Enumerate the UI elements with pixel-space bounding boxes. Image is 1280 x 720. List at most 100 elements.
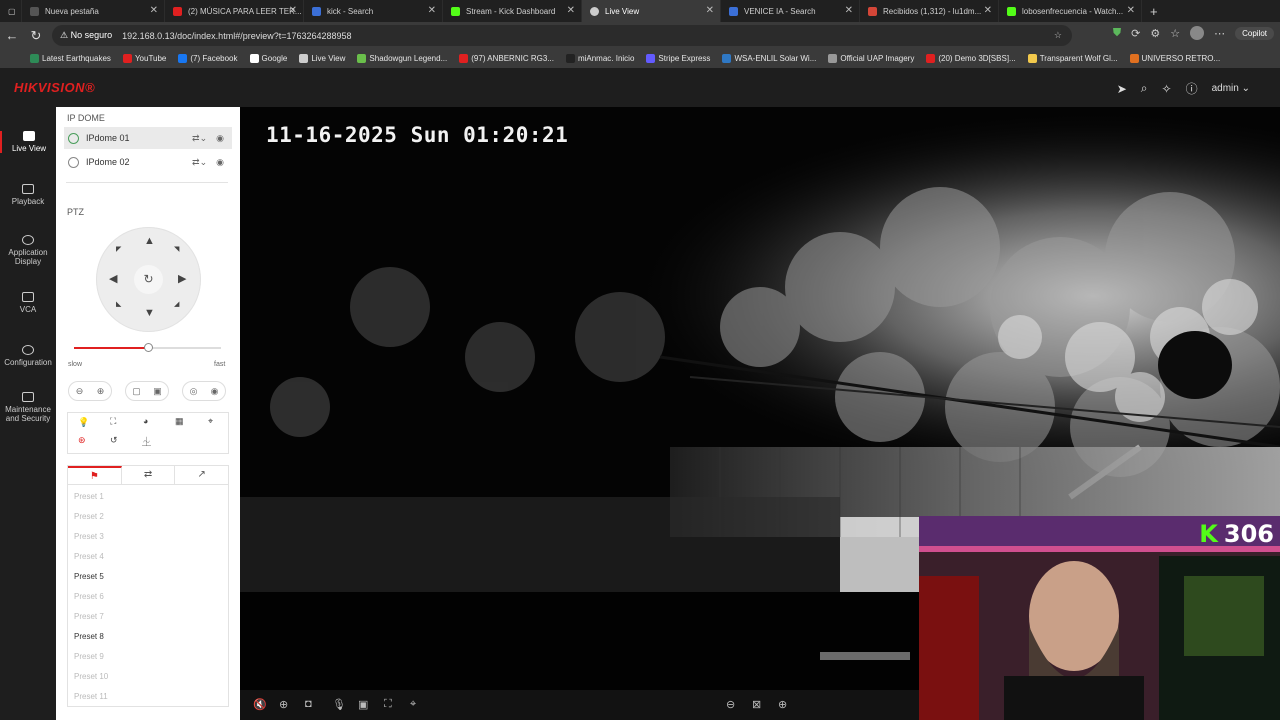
record-icon[interactable]: ◉ [216,133,224,144]
tab-kick-dashboard[interactable]: Stream - Kick Dashboard ✕ [443,0,582,22]
preset-item[interactable]: Preset 10 [74,672,108,681]
iris-close-icon[interactable]: ◎ [190,386,198,397]
previous-icon[interactable]: ⊖ [726,698,735,711]
ptz-left-button[interactable]: ◀ [109,272,117,285]
tab-musica[interactable]: (2) MÚSICA PARA LEER TER... ✕ [165,0,304,22]
ptz-down-left-button[interactable]: ◣ [116,300,121,308]
digital-zoom-icon[interactable]: ⊕ [279,698,288,711]
close-icon[interactable]: ✕ [567,5,575,16]
preset-item[interactable]: Preset 9 [74,652,104,661]
detect-icon[interactable]: ⌖ [410,698,416,711]
nav-maintenance[interactable]: Maintenance and Security [0,392,56,423]
close-icon[interactable]: ✕ [150,5,158,16]
stop-all-icon[interactable]: ⊠ [752,698,761,711]
ptz-up-right-button[interactable]: ◥ [174,245,179,253]
speed-slider-handle[interactable] [143,343,153,352]
3d-position-icon[interactable]: ⛶ [384,698,392,711]
preset-item[interactable]: Preset 7 [74,612,104,621]
preset-item[interactable]: Preset 6 [74,592,104,601]
nav-application-display[interactable]: Application Display [0,235,56,266]
profile-avatar[interactable] [1190,26,1205,40]
preset-item[interactable]: Preset 8 [74,632,104,641]
security-indicator[interactable]: ⚠ No seguro [60,30,112,41]
microphone-icon[interactable]: 🎙 [332,698,346,711]
bookmark-item[interactable]: YouTube [122,54,166,63]
extension-icon[interactable]: ⛊ [1113,27,1121,40]
zoom-out-icon[interactable]: ⊖ [76,386,84,397]
preset-item[interactable]: Preset 5 [74,572,104,581]
close-icon[interactable]: ✕ [289,5,297,16]
bookmark-item[interactable]: Shadowgun Legend... [357,54,447,63]
search-icon[interactable]: ⌕ [1141,81,1148,96]
focus-near-icon[interactable]: ▢ [132,386,141,397]
favorites-icon[interactable]: ☆ [1170,27,1180,40]
close-icon[interactable]: ✕ [984,5,992,16]
close-icon[interactable]: ✕ [845,5,853,16]
region-focus-icon[interactable]: ⛶ [110,416,116,427]
track-icon[interactable]: ⌖ [208,416,213,427]
user-menu[interactable]: admin ⌄ [1212,83,1250,94]
favorite-star-icon[interactable]: ☆ [1054,30,1062,41]
ptz-down-button[interactable]: ▼ [144,307,155,319]
tab-venice-search[interactable]: VENICE IA - Search ✕ [721,0,860,22]
nav-live-view[interactable]: Live View [0,131,56,153]
tab-nueva-pestana[interactable]: Nueva pestaña ✕ [22,0,165,22]
bookmark-item[interactable]: UNIVERSO RETRO... [1129,54,1220,63]
grid-icon[interactable]: ▦ [175,416,184,427]
bookmark-item[interactable]: Latest Earthquakes [30,54,111,63]
light-icon[interactable]: 💡 [78,417,89,428]
tools-icon[interactable]: ✧ [1162,82,1172,96]
one-touch-park-icon[interactable]: ⏈ [142,435,151,448]
bookmark-item[interactable]: Official UAP Imagery [828,54,914,63]
manual-track-icon[interactable]: ⊛ [78,435,86,446]
ptz-right-button[interactable]: ▶ [178,272,186,285]
tab-recibidos[interactable]: Recibidos (1,312) - lu1dm... ✕ [860,0,999,22]
ptz-down-right-button[interactable]: ◢ [174,300,179,308]
info-icon[interactable]: ⓘ [1186,80,1198,97]
reload-icon[interactable]: ↻ [24,28,48,44]
zoom-in-icon[interactable]: ⊕ [97,386,105,397]
back-icon[interactable]: ← [0,28,24,43]
close-icon[interactable]: ✕ [428,5,436,16]
preset-item[interactable]: Preset 1 [74,492,104,501]
camera-item-1[interactable]: IPdome 01 ⇄⌄ ◉ [64,127,232,149]
ptz-up-left-button[interactable]: ◤ [116,245,121,253]
tab-patrol[interactable]: ⇄ [122,466,176,484]
close-icon[interactable]: ✕ [706,5,714,16]
tab-pattern[interactable]: ↗ [175,466,228,484]
next-icon[interactable]: ⊕ [778,698,787,711]
iris-open-icon[interactable]: ◉ [211,386,219,397]
preset-item[interactable]: Preset 3 [74,532,104,541]
camera-item-2[interactable]: IPdome 02 ⇄⌄ ◉ [64,151,232,173]
tab-presets[interactable]: ⚑ [68,466,122,484]
tab-kick-search[interactable]: kick - Search ✕ [304,0,443,22]
record-icon[interactable]: ◉ [216,157,224,168]
tab-actions-button[interactable]: ▢ [0,0,22,22]
refresh-icon[interactable]: ↺ [110,435,118,446]
nav-playback[interactable]: Playback [0,184,56,206]
focus-far-icon[interactable]: ▣ [153,386,162,397]
send-icon[interactable]: ➤ [1117,82,1127,96]
menu-icon[interactable]: ⋯ [1214,27,1225,40]
ptz-auto-rotate-button[interactable]: ↻ [134,265,163,294]
bookmark-item[interactable]: (20) Demo 3D[SBS]... [926,54,1016,63]
tab-lobosenfrecuencia[interactable]: lobosenfrecuencia - Watch... ✕ [999,0,1142,22]
tab-live-view[interactable]: Live View ✕ [582,0,721,22]
bookmark-item[interactable]: Live View [299,54,345,63]
bookmark-item[interactable]: Transparent Wolf Gl... [1027,54,1118,63]
close-icon[interactable]: ✕ [1127,5,1135,16]
preset-item[interactable]: Preset 2 [74,512,104,521]
capture-icon[interactable]: ◘ [305,698,312,710]
preset-item[interactable]: Preset 11 [74,692,108,701]
speed-slider[interactable] [74,343,221,352]
new-tab-button[interactable]: + [1142,0,1166,22]
wiper-icon[interactable]: ◕ [143,416,148,426]
bookmark-item[interactable]: Google [249,54,287,63]
preset-item[interactable]: Preset 4 [74,552,104,561]
nav-vca[interactable]: VCA [0,292,56,314]
mute-icon[interactable]: 🔇 [253,698,267,711]
settings-icon[interactable]: ⚙ [1150,27,1160,40]
bookmark-item[interactable]: (7) Facebook [178,54,238,63]
bookmark-item[interactable]: WSA-ENLIL Solar Wi... [722,54,816,63]
record-clip-icon[interactable]: ▣ [358,698,368,711]
